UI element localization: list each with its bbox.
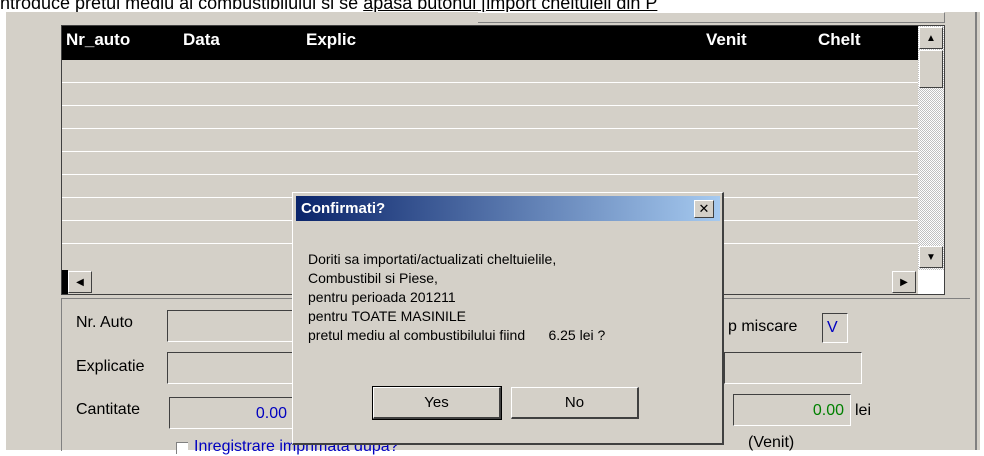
column-header-data[interactable]: Data	[183, 30, 220, 50]
venit-label: (Venit)	[748, 434, 795, 451]
arrow-left-icon: ◀	[76, 276, 84, 288]
cantitate-value: 0.00	[255, 405, 287, 422]
window-border-left	[4, 12, 6, 450]
scroll-up-button[interactable]: ▲	[919, 27, 943, 49]
explicatie-extension-field[interactable]	[724, 352, 862, 384]
window-border-right	[975, 12, 977, 450]
explicatie-field[interactable]	[167, 352, 297, 384]
arrow-right-icon: ▶	[900, 276, 908, 288]
nr-auto-field[interactable]	[167, 310, 297, 342]
table-row[interactable]	[62, 152, 918, 175]
explicatie-label: Explicatie	[76, 358, 145, 375]
suma-value: 0.00	[812, 402, 844, 419]
dialog-message-line: pentru perioada 201211	[308, 289, 456, 305]
arrow-up-icon: ▲	[926, 32, 936, 44]
scroll-right-button[interactable]: ▶	[892, 271, 916, 293]
inregistrare-checkbox[interactable]	[176, 442, 188, 454]
vertical-scroll-thumb[interactable]	[919, 50, 943, 88]
cantitate-label: Cantitate	[76, 401, 141, 418]
close-icon: ✕	[698, 201, 710, 216]
table-row[interactable]	[62, 106, 918, 129]
grid-header: Nr_auto Data Explic Venit Chelt	[62, 26, 918, 60]
dialog-message-line: Combustibil si Piese,	[308, 270, 438, 286]
no-button[interactable]: No	[511, 387, 639, 419]
grid-edge	[62, 270, 68, 294]
column-header-chelt[interactable]: Chelt	[818, 30, 861, 50]
column-header-nr-auto[interactable]: Nr_auto	[66, 30, 130, 50]
arrow-down-icon: ▼	[926, 251, 936, 263]
tip-miscare-value: V	[827, 319, 838, 336]
suma-unit: lei	[855, 402, 872, 419]
nr-auto-label: Nr. Auto	[76, 314, 133, 331]
table-row[interactable]	[62, 129, 918, 152]
dialog-titlebar[interactable]: Confirmati? ✕	[296, 196, 720, 221]
yes-button[interactable]: Yes	[372, 386, 502, 420]
table-row[interactable]	[62, 83, 918, 106]
dialog-message-line: Doriti sa importati/actualizati cheltuie…	[308, 251, 557, 267]
column-header-explic[interactable]: Explic	[306, 30, 356, 50]
column-header-venit[interactable]: Venit	[706, 30, 747, 50]
dialog-message-line: pretul mediu al combustibilului fiind 6.…	[308, 327, 606, 343]
top-panel-edge	[478, 12, 945, 23]
scroll-left-button[interactable]: ◀	[68, 271, 92, 293]
confirm-dialog: Confirmati? ✕ Doriti sa importati/actual…	[292, 192, 724, 445]
close-button[interactable]: ✕	[694, 200, 714, 218]
dialog-message-line: pentru TOATE MASINILE	[308, 308, 466, 324]
table-row[interactable]	[62, 60, 918, 83]
scroll-down-button[interactable]: ▼	[919, 246, 943, 268]
tip-miscare-label: p miscare	[728, 318, 798, 335]
dialog-title: Confirmati?	[301, 200, 386, 217]
